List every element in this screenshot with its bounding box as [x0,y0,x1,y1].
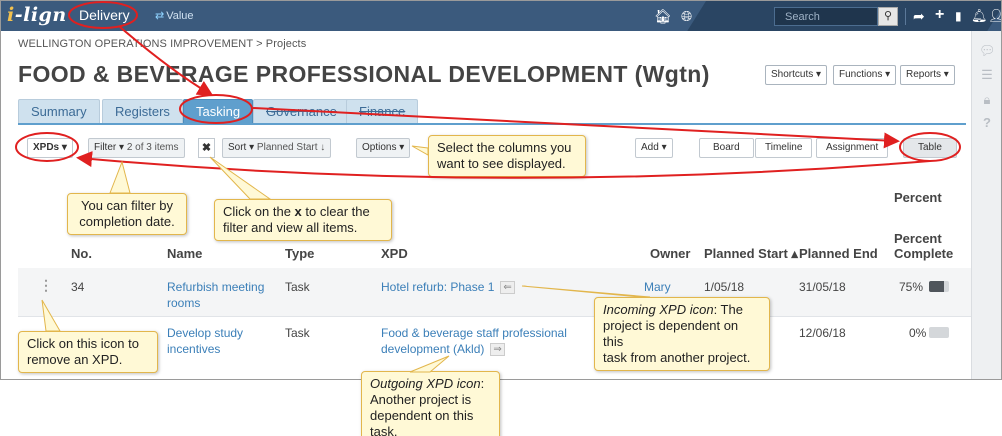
row-xpd-link[interactable]: Hotel refurb: Phase 1 ⇐ [381,279,515,295]
col-header-planned-end[interactable]: Planned End [799,246,878,261]
share-icon[interactable]: ➦ [913,7,925,25]
filter-dropdown[interactable]: Filter ▾ 2 of 3 items [88,138,185,158]
callout-filter: You can filter by completion date. [67,193,187,235]
callout-incoming-xpd: Incoming XPD icon: The project is depende… [594,297,770,371]
col-header-type[interactable]: Type [285,246,314,261]
plus-icon[interactable]: + [935,6,944,24]
app-window: i-lign Delivery ⇄ Value 🏠︎ 🌐︎ Search ⚲ ➦ … [0,0,1002,380]
help-icon[interactable]: ? [979,115,995,130]
callout-clear-filter: Click on the x to clear the filter and vi… [214,199,392,241]
sort-field: Planned Start ↓ [256,142,326,153]
row-no: 34 [71,280,85,294]
col-header-percent-complete[interactable]: Percent Complete [894,231,953,261]
top-navigation-bar: i-lign Delivery ⇄ Value 🏠︎ 🌐︎ Search ⚲ ➦ … [1,1,1001,31]
row-name-link[interactable]: Refurbish meeting rooms [167,279,264,311]
search-icon[interactable]: ⚲ [878,7,898,26]
row-percent: 0% [909,326,927,340]
user-icon[interactable]: 👤︎ [988,7,1001,25]
divider [905,8,906,25]
col-header-name[interactable]: Name [167,246,202,261]
tab-finance[interactable]: Finance [346,99,419,124]
clear-filter-button[interactable]: ✖ [198,138,215,158]
tab-tasking[interactable]: Tasking [183,99,254,124]
brand-logo[interactable]: i-lign [7,4,67,26]
home-icon[interactable]: 🏠︎ [654,7,672,25]
list-icon[interactable]: ☰ [979,67,995,83]
view-timeline-button[interactable]: Timeline [755,138,813,158]
tabs-underline [18,123,966,125]
xpds-dropdown[interactable]: XPDs ▾ [27,138,73,158]
row-planned-start: 1/05/18 [704,280,745,294]
bell-icon[interactable]: 🔔︎ [971,7,988,25]
tab-governance[interactable]: Governance [253,99,350,124]
percent-complete-bar [929,281,949,292]
callout-outgoing-xpd: Outgoing XPD icon: Another project is depe… [361,371,500,436]
col-header-no[interactable]: No. [71,246,92,261]
callout-select-columns: Select the columns you want to see displa… [428,135,586,177]
incoming-xpd-icon[interactable]: ⇐ [500,281,515,295]
outgoing-xpd-icon[interactable]: ⇒ [490,343,505,357]
right-sidebar: 💬︎ ☰ 🔒︎ ? [971,31,1001,379]
row-owner-link[interactable]: Mary [644,279,671,295]
callout-remove-xpd: Click on this icon to remove an XPD. [18,331,158,373]
breadcrumb[interactable]: WELLINGTON OPERATIONS IMPROVEMENT > Proj… [18,38,306,50]
sort-dropdown[interactable]: Sort ▾ Planned Start ↓ [222,138,332,158]
row-type: Task [285,280,310,294]
row-percent: 75% [899,280,924,294]
functions-button[interactable]: Functions ▾ [833,65,897,85]
view-table-button[interactable]: Table [903,138,957,158]
col-header-planned-start[interactable]: Planned Start ▴ [704,246,798,262]
view-board-button[interactable]: Board [699,138,754,158]
col-header-xpd[interactable]: XPD [381,246,408,261]
bookmark-icon[interactable]: ▮ [955,7,962,25]
reports-button[interactable]: Reports ▾ [900,65,955,85]
percent-complete-bar [929,327,949,338]
switch-icon: ⇄ [155,10,165,22]
row-planned-end: 12/06/18 [799,326,846,340]
options-dropdown[interactable]: Options ▾ [356,138,411,158]
globe-icon[interactable]: 🌐︎ [681,7,692,25]
percent-group-header: Percent [894,190,942,205]
row-divider [18,316,971,317]
lock-icon[interactable]: 🔒︎ [979,92,995,108]
row-menu-icon[interactable]: ⋮ [39,278,53,292]
shortcuts-button[interactable]: Shortcuts ▾ [765,65,828,85]
col-header-owner[interactable]: Owner [650,246,690,261]
filter-count: 2 of 3 items [126,142,179,153]
row-xpd-link[interactable]: Food & beverage staff professional develo… [381,325,567,357]
view-assignment-button[interactable]: Assignment [816,138,889,158]
nav-delivery[interactable]: Delivery [79,7,130,23]
row-type: Task [285,326,310,340]
row-planned-end: 31/05/18 [799,280,846,294]
tab-summary[interactable]: Summary [18,99,100,124]
comment-icon[interactable]: 💬︎ [979,43,996,59]
page-title: FOOD & BEVERAGE PROFESSIONAL DEVELOPMENT… [18,61,710,87]
percent-complete-fill [929,281,944,292]
nav-value[interactable]: ⇄ Value [155,9,194,22]
tab-registers[interactable]: Registers [102,99,183,124]
search-input[interactable]: Search [774,7,878,26]
row-name-link[interactable]: Develop study incentives [167,325,243,357]
add-dropdown[interactable]: Add ▾ [635,138,673,158]
